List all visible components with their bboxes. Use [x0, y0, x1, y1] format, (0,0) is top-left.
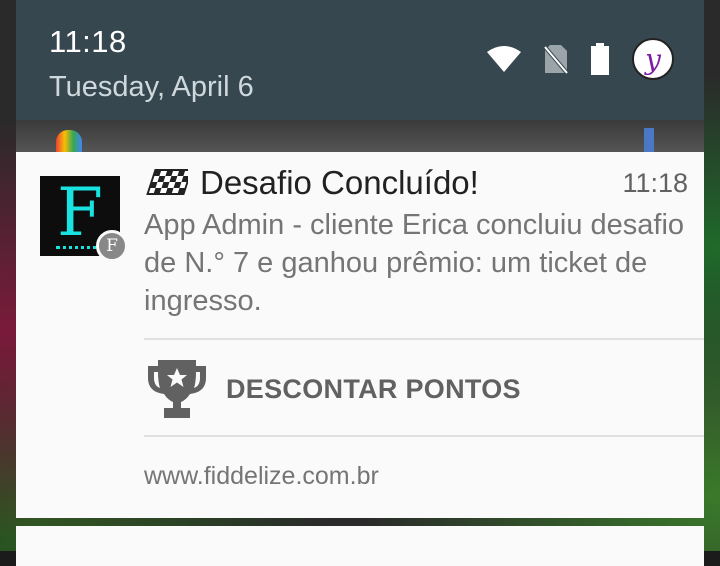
battery-icon: [591, 43, 609, 75]
trophy-icon: [148, 360, 206, 418]
notification-header: Desafio Concluído! 11:18: [144, 163, 688, 203]
next-notification-card[interactable]: [16, 526, 704, 566]
notification-title: Desafio Concluído!: [200, 164, 479, 201]
action-label: DESCONTAR PONTOS: [226, 373, 521, 404]
clock: 11:18: [49, 24, 127, 59]
notification-body: App Admin - cliente Erica concluiu desaf…: [144, 209, 685, 317]
background-app-peek: [16, 120, 704, 152]
app-badge: F: [96, 230, 128, 262]
notification-card[interactable]: F F Desafio Concluído! 11:18 App Admin -…: [16, 152, 704, 518]
descontar-pontos-button[interactable]: DESCONTAR PONTOS: [144, 354, 521, 424]
quick-settings-header: 11:18 Tuesday, April 6 y: [16, 0, 704, 120]
no-sim-icon: [544, 45, 568, 74]
user-avatar[interactable]: y: [632, 38, 674, 80]
checkered-flag-icon: [146, 169, 188, 195]
date: Tuesday, April 6: [49, 71, 254, 103]
google-logo-peek: [56, 130, 82, 152]
status-icons: y: [486, 38, 674, 80]
app-peek-accent: [644, 128, 654, 152]
wifi-icon[interactable]: [486, 45, 522, 73]
divider: [144, 435, 704, 437]
notification-footer-link[interactable]: www.fiddelize.com.br: [144, 462, 379, 491]
divider: [144, 338, 704, 340]
notification-time: 11:18: [622, 167, 688, 198]
